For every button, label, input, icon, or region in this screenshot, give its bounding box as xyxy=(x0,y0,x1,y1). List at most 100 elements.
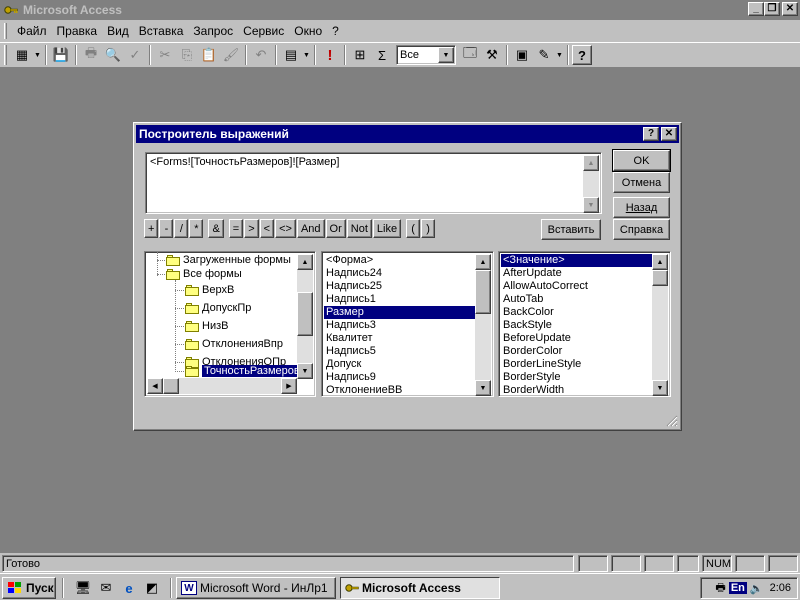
scroll-up-button[interactable]: ▲ xyxy=(652,254,668,270)
minimize-button[interactable]: _ xyxy=(748,2,764,16)
list-item[interactable]: BackStyle xyxy=(501,319,652,332)
list-item[interactable]: BeforeUpdate xyxy=(501,332,652,345)
print-button[interactable]: 🖶 xyxy=(80,44,102,66)
menu-grip[interactable] xyxy=(4,23,7,39)
scroll-right-button[interactable]: ▶ xyxy=(281,378,297,394)
properties-vscroll[interactable]: ▲ ▼ xyxy=(652,254,668,396)
menu-file[interactable]: Файл xyxy=(12,24,52,38)
list-item[interactable]: Надпись24 xyxy=(324,267,475,280)
op-like-button[interactable]: Like xyxy=(372,219,402,238)
copy-button[interactable]: ⎘ xyxy=(176,44,198,66)
show-table-button[interactable]: ⊞ xyxy=(349,44,371,66)
op-not-button[interactable]: Not xyxy=(346,219,372,238)
list-item[interactable]: Надпись1 xyxy=(324,293,475,306)
list-item[interactable]: Надпись5 xyxy=(324,345,475,358)
op-equal-button[interactable]: = xyxy=(228,219,244,238)
properties-list[interactable]: <Значение> AfterUpdate AllowAutoCorrect … xyxy=(498,251,671,397)
op-multiply-button[interactable]: * xyxy=(189,219,204,238)
scroll-thumb[interactable] xyxy=(163,378,179,394)
scroll-thumb[interactable] xyxy=(475,270,491,314)
run-button[interactable]: ! xyxy=(319,44,341,66)
scroll-down-button[interactable]: ▼ xyxy=(652,380,668,396)
list-item[interactable]: ОтклонениеВВ xyxy=(324,384,475,396)
dialog-close-button[interactable]: ✕ xyxy=(661,127,677,141)
scroll-down-button[interactable]: ▼ xyxy=(475,380,491,396)
start-button[interactable]: Пуск xyxy=(2,577,56,599)
op-minus-button[interactable]: - xyxy=(159,219,174,238)
quicklaunch-ie[interactable]: e xyxy=(120,579,138,597)
list-item[interactable]: AllowAutoCorrect xyxy=(501,280,652,293)
toolbar-grip[interactable] xyxy=(4,45,7,65)
tree-item-form[interactable]: ВерхВ xyxy=(185,283,234,297)
op-close-paren-button[interactable]: ) xyxy=(421,219,436,238)
scroll-thumb[interactable] xyxy=(652,270,668,286)
tree-item-all-forms[interactable]: Все формы xyxy=(166,267,242,281)
op-open-paren-button[interactable]: ( xyxy=(406,219,421,238)
list-item[interactable]: AfterUpdate xyxy=(501,267,652,280)
op-divide-button[interactable]: / xyxy=(174,219,189,238)
op-concat-button[interactable]: & xyxy=(208,219,224,238)
expression-scrollbar[interactable]: ▲ ▼ xyxy=(583,155,599,213)
menu-tools[interactable]: Сервис xyxy=(238,24,289,38)
tree-vscroll[interactable]: ▲ ▼ xyxy=(297,254,313,379)
query-type-dropdown[interactable]: ▼ xyxy=(302,44,311,66)
quicklaunch-channels[interactable]: ◩ xyxy=(143,579,161,597)
object-tree[interactable]: Загруженные формы Все формы ВерхВ Допуск… xyxy=(144,251,316,397)
menu-help[interactable]: ? xyxy=(327,24,344,38)
list-item[interactable]: Надпись3 xyxy=(324,319,475,332)
op-and-button[interactable]: And xyxy=(296,219,325,238)
scroll-down-button[interactable]: ▼ xyxy=(297,363,313,379)
tree-item-form[interactable]: НизВ xyxy=(185,319,228,333)
menu-edit[interactable]: Правка xyxy=(52,24,103,38)
totals-button[interactable]: Σ xyxy=(371,44,393,66)
scroll-up-button[interactable]: ▲ xyxy=(475,254,491,270)
cut-button[interactable]: ✂ xyxy=(154,44,176,66)
list-item[interactable]: Квалитет xyxy=(324,332,475,345)
view-button[interactable]: ▦ xyxy=(11,44,33,66)
back-button[interactable]: Назад xyxy=(613,197,670,218)
op-notequal-button[interactable]: <> xyxy=(275,219,296,238)
top-values-combo[interactable]: Все ▼ xyxy=(396,45,456,65)
printer-tray-icon[interactable]: 🖶 xyxy=(715,579,725,598)
list-item[interactable]: Надпись25 xyxy=(324,280,475,293)
task-access[interactable]: Microsoft Access xyxy=(340,577,500,599)
app-title-bar[interactable]: Microsoft Access _ ❐ ✕ xyxy=(0,0,800,20)
controls-vscroll[interactable]: ▲ ▼ xyxy=(475,254,491,396)
menu-window[interactable]: Окно xyxy=(289,24,327,38)
list-item-selected[interactable]: <Значение> xyxy=(501,254,652,267)
quicklaunch-outlook[interactable]: ✉ xyxy=(97,579,115,597)
properties-button[interactable]: 🗔 xyxy=(459,44,481,66)
insert-button[interactable]: Вставить xyxy=(541,219,601,240)
list-item[interactable]: BorderColor xyxy=(501,345,652,358)
scroll-down-button[interactable]: ▼ xyxy=(583,197,599,213)
database-window-button[interactable]: ▣ xyxy=(511,44,533,66)
menu-insert[interactable]: Вставка xyxy=(134,24,189,38)
list-item[interactable]: BorderWidth xyxy=(501,384,652,396)
paste-button[interactable]: 📋 xyxy=(198,44,220,66)
list-item[interactable]: BorderStyle xyxy=(501,371,652,384)
list-item-selected[interactable]: Размер xyxy=(324,306,475,319)
view-dropdown[interactable]: ▼ xyxy=(33,44,42,66)
menu-view[interactable]: Вид xyxy=(102,24,134,38)
resize-grip[interactable] xyxy=(666,415,678,427)
op-or-button[interactable]: Or xyxy=(325,219,346,238)
tree-item-loaded-forms[interactable]: Загруженные формы xyxy=(166,253,291,267)
top-values-dropdown[interactable]: ▼ xyxy=(438,47,454,63)
tree-item-form[interactable]: ОтклоненияВпр xyxy=(185,337,283,351)
tree-item-form-selected[interactable]: ТочностьРазмеров xyxy=(185,364,302,378)
new-object-dropdown[interactable]: ▼ xyxy=(555,44,564,66)
list-item[interactable]: Надпись9 xyxy=(324,371,475,384)
format-painter-button[interactable]: 🖌 xyxy=(220,44,242,66)
list-item[interactable]: <Форма> xyxy=(324,254,475,267)
scroll-thumb[interactable] xyxy=(297,292,313,336)
scroll-up-button[interactable]: ▲ xyxy=(583,155,599,171)
save-button[interactable]: 💾 xyxy=(50,44,72,66)
scroll-up-button[interactable]: ▲ xyxy=(297,254,313,270)
undo-button[interactable]: ↶ xyxy=(250,44,272,66)
list-item[interactable]: AutoTab xyxy=(501,293,652,306)
op-greater-button[interactable]: > xyxy=(244,219,259,238)
clock[interactable]: 2:06 xyxy=(770,582,791,594)
print-preview-button[interactable]: 🔍 xyxy=(102,44,124,66)
new-object-button[interactable]: ✎ xyxy=(533,44,555,66)
query-type-button[interactable]: ▤ xyxy=(280,44,302,66)
